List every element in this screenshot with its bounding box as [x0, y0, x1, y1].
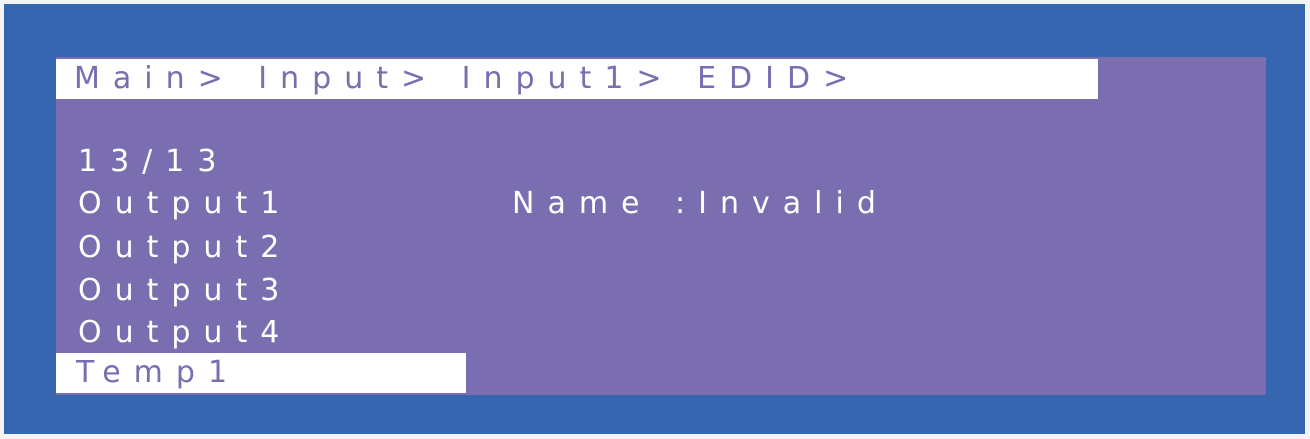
edid-name-label: Name: [512, 186, 653, 221]
menu-item-temp1-selected[interactable]: Temp1: [56, 353, 466, 393]
page-counter: 13/13: [78, 144, 230, 179]
menu-item-output3[interactable]: Output3: [78, 271, 292, 311]
edid-name-value: Invalid: [698, 186, 889, 221]
lcd-menu-screen: Main> Input> Input1> EDID> 13/13 Output1…: [56, 57, 1266, 395]
edid-name-separator: :: [652, 186, 699, 221]
menu-item-output4[interactable]: Output4: [78, 313, 292, 353]
display-bezel: Main> Input> Input1> EDID> 13/13 Output1…: [4, 4, 1305, 434]
edid-name-info: Name :Invalid: [512, 184, 889, 224]
menu-item-output1[interactable]: Output1: [78, 184, 292, 224]
menu-item-output2[interactable]: Output2: [78, 228, 292, 268]
breadcrumb: Main> Input> Input1> EDID>: [56, 59, 1098, 99]
